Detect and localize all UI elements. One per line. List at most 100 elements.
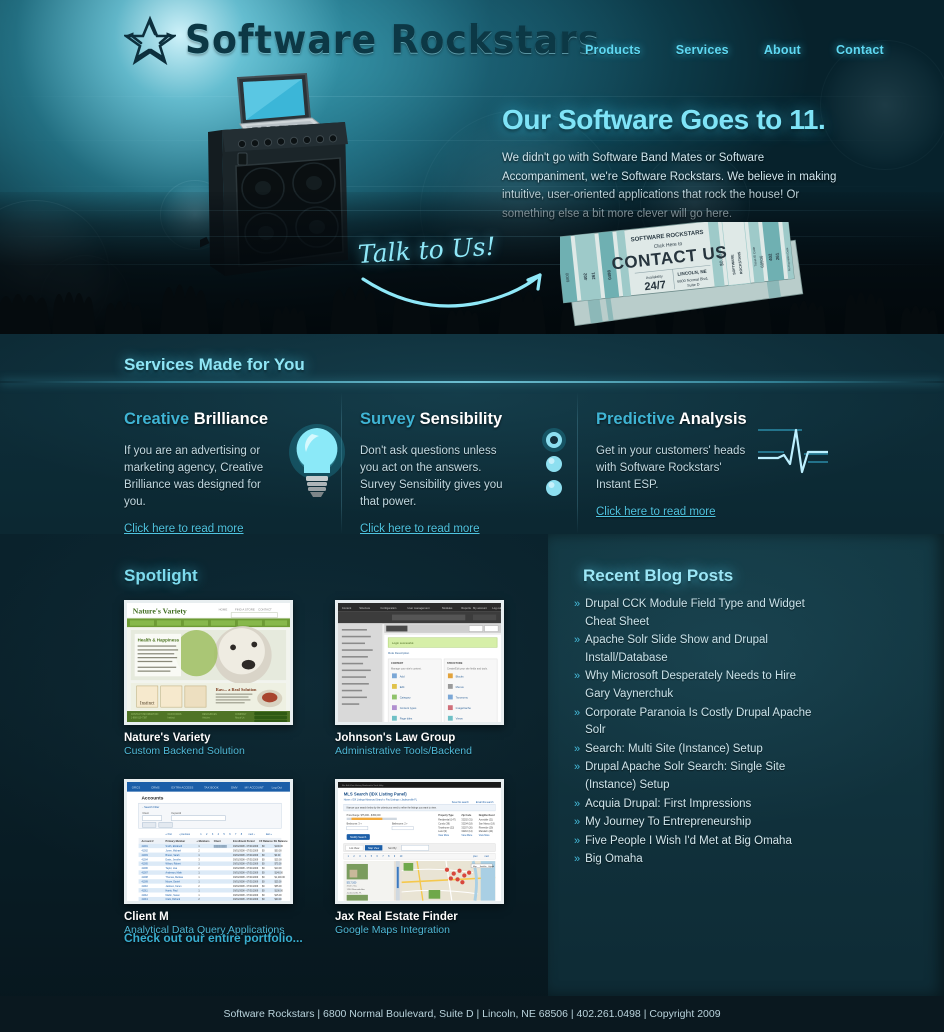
svg-text:03/01/2008 - 07/31/2009: 03/01/2008 - 07/31/2009 xyxy=(233,895,259,897)
svg-text:3 bd / 2 ba: 3 bd / 2 ba xyxy=(347,886,358,888)
svg-text:$30.00: $30.00 xyxy=(275,899,283,901)
svg-text:41012: 41012 xyxy=(141,895,148,897)
blog-list-item[interactable]: » Drupal CCK Module Field Type and Widge… xyxy=(574,596,824,631)
svg-text:Harris, Paul: Harris, Paul xyxy=(166,889,178,892)
blog-post-link[interactable]: My Journey To Entrepreneurship xyxy=(585,814,751,832)
nav-item-products[interactable]: Products xyxy=(585,43,641,57)
svg-text:+ Members: + Members xyxy=(196,840,210,843)
portfolio-item[interactable]: File Edit View History Bookmarks Tools H… xyxy=(335,779,504,936)
service-read-more-link[interactable]: Click here to read more xyxy=(596,506,716,518)
site-logo[interactable]: Software Rockstars xyxy=(124,14,632,66)
svg-text:Avondale (21): Avondale (21) xyxy=(479,819,493,822)
portfolio-thumbnail-jax-real-estate[interactable]: File Edit View History Bookmarks Tools H… xyxy=(335,779,504,904)
svg-text:Keyword: Keyword xyxy=(171,812,181,815)
svg-text:- Search Filter: - Search Filter xyxy=(142,805,159,809)
svg-text:Jones, Michael: Jones, Michael xyxy=(166,850,182,852)
svg-text:HOME: HOME xyxy=(219,608,228,612)
portfolio-item[interactable]: Nature's Variety HOME FIND A STORE CONTACT xyxy=(124,600,293,757)
nav-item-contact[interactable]: Contact xyxy=(836,43,884,57)
spotlight-title: Spotlight xyxy=(124,566,198,585)
svg-text:Client: Client xyxy=(142,812,149,815)
footer-text: Software Rockstars | 6800 Normal Bouleva… xyxy=(223,1008,721,1020)
blog-post-link[interactable]: Search: Multi Site (Instance) Setup xyxy=(585,741,763,759)
portfolio-thumbnail-natures-variety[interactable]: Nature's Variety HOME FIND A STORE CONTACT xyxy=(124,600,293,725)
portfolio-grid: Nature's Variety HOME FIND A STORE CONTACT xyxy=(124,600,524,958)
svg-text:41006: 41006 xyxy=(141,868,148,870)
svg-text:Menus: Menus xyxy=(456,685,465,689)
contact-us-ticket[interactable]: 24/7 6800 Normal Blvd Suite D SOFTWARE R… xyxy=(560,222,810,334)
svg-text:TAX BOOK: TAX BOOK xyxy=(204,785,219,789)
chevron-right-icon: » xyxy=(574,670,581,683)
services-section-title: Services Made for You xyxy=(124,355,305,374)
svg-text:Taylor, Lisa: Taylor, Lisa xyxy=(166,867,178,870)
chevron-right-icon: » xyxy=(574,742,581,755)
svg-text:Content types: Content types xyxy=(400,706,417,710)
nav-item-about[interactable]: About xyxy=(764,43,801,57)
column-divider xyxy=(577,392,578,534)
portfolio-thumbnail-client-m[interactable]: ORCS CRMS EXTRA ACCESS TAX BOOK DMV MY ACCOUN… xyxy=(124,779,293,904)
portfolio-item-title: Jax Real Estate Finder xyxy=(335,911,458,923)
blog-post-link[interactable]: Corporate Paranoia Is Costly Drupal Apac… xyxy=(585,705,824,740)
svg-text:Modify Search: Modify Search xyxy=(350,836,367,839)
nav-item-services[interactable]: Services xyxy=(676,43,729,57)
portfolio-item[interactable]: Content Structure Configuration User manage… xyxy=(335,600,504,757)
service-body: Get in your customers' heads with Softwa… xyxy=(596,445,746,491)
blog-list-item[interactable]: » My Journey To Entrepreneurship xyxy=(574,814,824,832)
portfolio-thumbnail-johnsons-law[interactable]: Content Structure Configuration User manage… xyxy=(335,600,504,725)
svg-text:Enrollment Period: Enrollment Period xyxy=(233,840,255,843)
blog-list-item[interactable]: » Apache Solr Slide Show and Drupal Inst… xyxy=(574,632,824,667)
blog-post-link[interactable]: Why Microsoft Desperately Needs to Hire … xyxy=(585,668,824,703)
chevron-right-icon: » xyxy=(574,853,581,866)
blog-list-item[interactable]: » Corporate Paranoia Is Costly Drupal Ap… xyxy=(574,705,824,740)
service-heading: Survey Sensibility xyxy=(360,410,596,429)
svg-text:FIND A STORE: FIND A STORE xyxy=(235,608,255,612)
svg-text:List View: List View xyxy=(349,847,359,850)
svg-text:402: 402 xyxy=(767,253,773,261)
blog-list-item[interactable]: » Search: Multi Site (Instance) Setup xyxy=(574,741,824,759)
blog-post-link[interactable]: Five People I Wish I'd Met at Big Omaha xyxy=(585,833,792,851)
chevron-right-icon: » xyxy=(574,834,581,847)
svg-text:$100.00: $100.00 xyxy=(275,846,284,848)
client-m-screenshot: ORCS CRMS EXTRA ACCESS TAX BOOK DMV MY ACCOUN… xyxy=(127,782,290,901)
blog-list-item[interactable]: » Big Omaha xyxy=(574,851,824,869)
svg-text:CONTACT INFORMATION: CONTACT INFORMATION xyxy=(131,713,159,716)
blog-post-link[interactable]: Apache Solr Slide Show and Drupal Instal… xyxy=(585,632,824,667)
svg-text:Login successful.: Login successful. xyxy=(392,641,414,645)
svg-text:$10.00: $10.00 xyxy=(275,868,283,870)
svg-text:Create/Edit your site fields a: Create/Edit your site fields and tools. xyxy=(447,668,488,671)
jax-real-estate-screenshot: File Edit View History Bookmarks Tools H… xyxy=(338,782,501,901)
svg-text:Bathrooms: 2 +: Bathrooms: 2 + xyxy=(392,822,408,825)
blog-post-link[interactable]: Acquia Drupal: First Impressions xyxy=(585,796,751,814)
svg-text:About Us: About Us xyxy=(235,717,245,720)
svg-text:CONTENT: CONTENT xyxy=(391,662,404,665)
blog-post-link[interactable]: Big Omaha xyxy=(585,851,643,869)
svg-text:COMPANY: COMPANY xyxy=(235,713,247,716)
svg-text:« first: « first xyxy=(166,833,172,836)
blog-post-link[interactable]: Drupal CCK Module Field Type and Widget … xyxy=(585,596,824,631)
svg-text:Satellite: Satellite xyxy=(480,865,487,868)
blog-post-link[interactable]: Drupal Apache Solr Search: Single Site (… xyxy=(585,759,824,794)
svg-text:$50.00: $50.00 xyxy=(275,850,283,852)
svg-text:Modules: Modules xyxy=(442,606,453,610)
svg-text:last »: last » xyxy=(266,833,273,836)
svg-text:41011: 41011 xyxy=(141,890,148,892)
blog-list-item[interactable]: » Why Microsoft Desperately Needs to Hir… xyxy=(574,668,824,703)
svg-text:$75.00: $75.00 xyxy=(275,864,283,866)
svg-text:Client: Client xyxy=(214,840,221,843)
portfolio-item[interactable]: ORCS CRMS EXTRA ACCESS TAX BOOK DMV MY ACCOUN… xyxy=(124,779,293,936)
chevron-right-icon: » xyxy=(574,816,581,829)
portfolio-more-link[interactable]: Check out our entire portfolio... xyxy=(124,931,303,945)
blog-list-item[interactable]: » Acquia Drupal: First Impressions xyxy=(574,796,824,814)
svg-text:Edit: Edit xyxy=(400,685,405,689)
svg-text:41013: 41013 xyxy=(141,899,148,901)
svg-text:$15.00: $15.00 xyxy=(275,895,283,897)
portfolio-item-title: Nature's Variety xyxy=(124,732,211,744)
blog-list-item[interactable]: » Five People I Wish I'd Met at Big Omah… xyxy=(574,833,824,851)
svg-text:Add: Add xyxy=(400,674,405,678)
svg-text:Riverside (29): Riverside (29) xyxy=(479,826,494,829)
blog-list-item[interactable]: » Drupal Apache Solr Search: Single Site… xyxy=(574,759,824,794)
chevron-right-icon: » xyxy=(574,598,581,610)
svg-text:Map View: Map View xyxy=(368,847,379,850)
svg-text:EXTRA ACCESS: EXTRA ACCESS xyxy=(171,785,193,789)
svg-text:32210 (14): 32210 (14) xyxy=(461,831,472,833)
